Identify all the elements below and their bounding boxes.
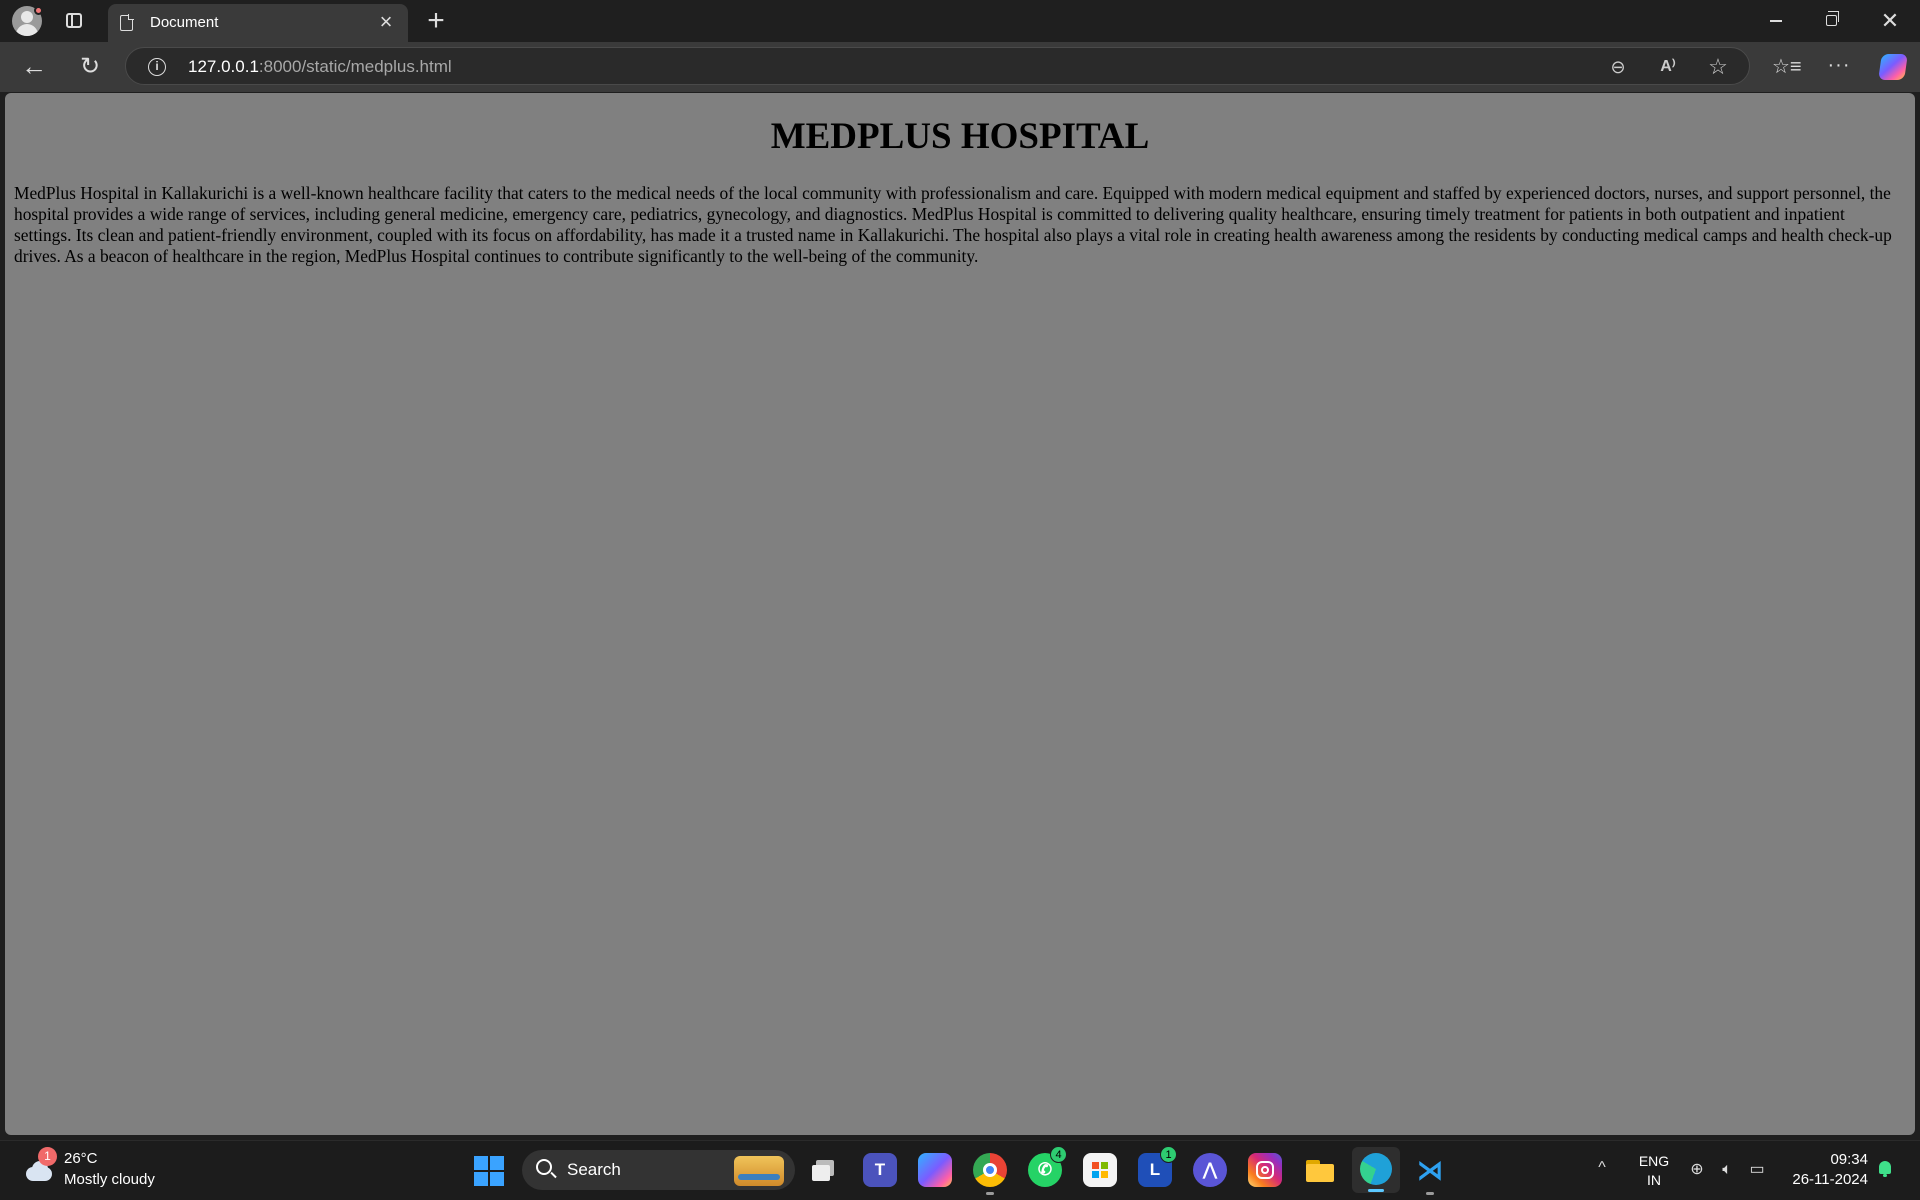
tab-title: Document — [150, 14, 219, 31]
profile-notification-dot — [34, 6, 43, 15]
zoom-out-icon[interactable]: ⊖ — [1606, 56, 1630, 78]
edge-taskbar-slot[interactable] — [1352, 1147, 1400, 1193]
weather-badge: 1 — [38, 1147, 57, 1166]
favorite-star-icon[interactable]: ☆ — [1706, 56, 1730, 78]
url-path: :8000/static/medplus.html — [258, 57, 452, 76]
window-restore-button[interactable] — [1804, 0, 1860, 42]
weather-condition[interactable]: Mostly cloudy — [64, 1171, 155, 1188]
windows-taskbar: 1 26°C Mostly cloudy Search T ✆ 4 L 1 ⋀ — [0, 1140, 1920, 1200]
teams-icon[interactable]: T — [863, 1153, 897, 1187]
battery-icon[interactable]: ▭ — [1746, 1159, 1768, 1181]
page-paragraph: MedPlus Hospital in Kallakurichi is a we… — [14, 183, 1892, 266]
file-explorer-icon[interactable] — [1303, 1153, 1337, 1187]
browser-titlebar: Document × + ✕ — [0, 0, 1920, 42]
microsoft-store-icon[interactable] — [1083, 1153, 1117, 1187]
refresh-icon[interactable]: ↻ — [76, 53, 104, 81]
new-tab-icon[interactable]: + — [422, 6, 450, 36]
back-arrow-icon[interactable]: ← — [20, 53, 48, 80]
browser-toolbar: ← ↻ i 127.0.0.1:8000/static/medplus.html… — [0, 42, 1920, 92]
language-primary: ENG — [1638, 1153, 1670, 1169]
instagram-icon[interactable] — [1248, 1153, 1282, 1187]
weather-temperature[interactable]: 26°C — [64, 1150, 98, 1167]
language-indicator[interactable]: ENG IN — [1634, 1152, 1674, 1190]
search-label: Search — [567, 1160, 621, 1179]
read-aloud-icon[interactable]: A⁾ — [1656, 56, 1680, 78]
notification-bell-icon[interactable] — [1876, 1159, 1894, 1179]
whatsapp-badge: 4 — [1050, 1146, 1067, 1163]
vscode-icon[interactable]: ⋊ — [1413, 1153, 1447, 1195]
task-view-icon[interactable] — [808, 1153, 842, 1187]
clock-date: 26-11-2024 — [1792, 1171, 1868, 1188]
tab-close-icon[interactable]: × — [374, 10, 398, 34]
site-info-icon[interactable]: i — [148, 58, 166, 76]
window-minimize-button[interactable] — [1748, 0, 1804, 42]
clock-time: 09:34 — [1830, 1151, 1868, 1168]
address-bar[interactable]: i 127.0.0.1:8000/static/medplus.html ⊖ A… — [125, 47, 1750, 85]
page-heading: MEDPLUS HOSPITAL — [770, 116, 1150, 157]
copilot-icon[interactable] — [1878, 54, 1908, 80]
document-icon — [120, 14, 134, 31]
copilot-app-icon[interactable] — [918, 1153, 952, 1187]
chrome-icon[interactable] — [973, 1153, 1007, 1195]
l-app-badge: 1 — [1160, 1146, 1177, 1163]
show-hidden-icons-chevron-icon[interactable]: ^ — [1592, 1159, 1612, 1179]
window-close-button[interactable]: ✕ — [1862, 0, 1918, 42]
url-host: 127.0.0.1 — [188, 57, 259, 76]
search-icon — [536, 1159, 552, 1175]
url-text[interactable]: 127.0.0.1:8000/static/medplus.html — [188, 57, 452, 77]
network-globe-icon[interactable]: ⊕ — [1686, 1159, 1708, 1181]
favorites-icon[interactable]: ☆≡ — [1772, 55, 1802, 79]
volume-icon[interactable]: 🔈︎ — [1716, 1159, 1738, 1181]
tab-actions-icon[interactable] — [62, 10, 86, 32]
system-clock[interactable]: 09:34 26-11-2024 — [1780, 1150, 1868, 1190]
language-secondary: IN — [1647, 1172, 1661, 1188]
edge-icon — [1360, 1153, 1392, 1185]
start-windows-icon[interactable] — [474, 1156, 504, 1186]
tab-document[interactable]: Document × — [108, 4, 408, 42]
mountain-app-icon[interactable]: ⋀ — [1193, 1153, 1227, 1187]
more-options-icon[interactable]: ··· — [1826, 55, 1852, 79]
whatsapp-icon[interactable]: ✆ 4 — [1028, 1146, 1067, 1187]
taskbar-search[interactable]: Search — [522, 1150, 795, 1190]
search-highlight-image — [734, 1156, 784, 1186]
page-viewport: MEDPLUS HOSPITAL MedPlus Hospital in Kal… — [5, 93, 1915, 1135]
l-app-icon[interactable]: L 1 — [1138, 1146, 1177, 1187]
